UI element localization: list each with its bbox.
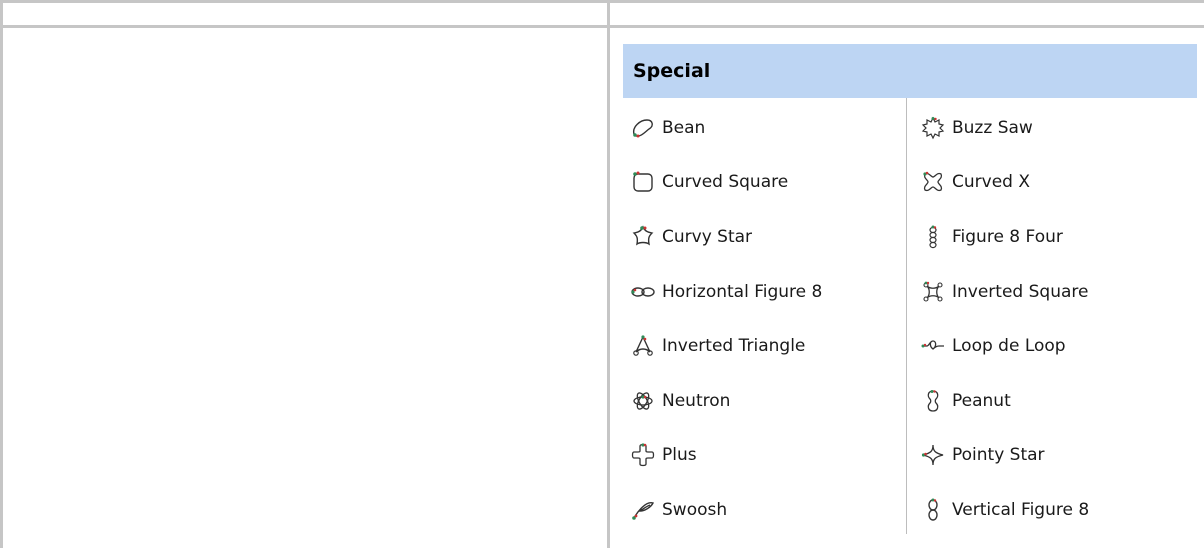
shape-item-vertical-figure-8[interactable]: Vertical Figure 8	[920, 490, 1089, 530]
peanut-icon	[920, 388, 946, 414]
plus-icon	[630, 442, 656, 468]
curvy-star-icon	[630, 224, 656, 250]
shape-label: Curvy Star	[662, 227, 753, 247]
shape-item-curved-x[interactable]: Curved X	[920, 162, 1030, 202]
inverted-square-icon	[920, 279, 946, 305]
neutron-icon	[630, 388, 656, 414]
shape-item-figure-8-four[interactable]: Figure 8 Four	[920, 217, 1063, 257]
shape-item-bean[interactable]: Bean	[630, 108, 705, 148]
shape-item-buzz-saw[interactable]: Buzz Saw	[920, 108, 1033, 148]
shape-label: Swoosh	[662, 500, 728, 520]
window-frame: Special Bean Curved Square Curvy Star Ho…	[0, 0, 1204, 548]
figure-8-four-icon	[920, 224, 946, 250]
shape-label: Loop de Loop	[952, 336, 1066, 356]
shape-item-curved-square[interactable]: Curved Square	[630, 162, 788, 202]
shape-item-curvy-star[interactable]: Curvy Star	[630, 217, 752, 257]
motion-path-gallery: Special Bean Curved Square Curvy Star Ho…	[610, 28, 1204, 548]
shape-item-swoosh[interactable]: Swoosh	[630, 490, 727, 530]
curved-square-icon	[630, 169, 656, 195]
pointy-star-icon	[920, 442, 946, 468]
buzz-saw-icon	[920, 115, 946, 141]
shape-label: Buzz Saw	[952, 118, 1033, 138]
shape-item-inverted-triangle[interactable]: Inverted Triangle	[630, 326, 805, 366]
vertical-figure-8-icon	[920, 497, 946, 523]
shape-item-inverted-square[interactable]: Inverted Square	[920, 272, 1088, 312]
inverted-triangle-icon	[630, 333, 656, 359]
shape-label: Pointy Star	[952, 445, 1045, 465]
shape-label: Peanut	[952, 391, 1011, 411]
shape-label: Vertical Figure 8	[952, 500, 1090, 520]
shape-label: Inverted Triangle	[662, 336, 806, 356]
shape-item-neutron[interactable]: Neutron	[630, 381, 730, 421]
shape-item-plus[interactable]: Plus	[630, 435, 697, 475]
shape-item-loop-de-loop[interactable]: Loop de Loop	[920, 326, 1066, 366]
shape-label: Plus	[662, 445, 697, 465]
shape-label: Curved Square	[662, 172, 789, 192]
horizontal-figure-8-icon	[630, 279, 656, 305]
left-pane	[6, 28, 607, 548]
swoosh-icon	[630, 497, 656, 523]
shape-label: Inverted Square	[952, 282, 1089, 302]
top-strip	[3, 0, 1204, 28]
shape-label: Bean	[662, 118, 706, 138]
shape-item-horizontal-figure-8[interactable]: Horizontal Figure 8	[630, 272, 822, 312]
shape-label: Horizontal Figure 8	[662, 282, 823, 302]
shape-label: Neutron	[662, 391, 731, 411]
column-divider	[906, 98, 907, 534]
shape-label: Curved X	[952, 172, 1030, 192]
shape-label: Figure 8 Four	[952, 227, 1063, 247]
shape-item-pointy-star[interactable]: Pointy Star	[920, 435, 1045, 475]
curved-x-icon	[920, 169, 946, 195]
loop-de-loop-icon	[920, 333, 946, 359]
bean-icon	[630, 115, 656, 141]
shape-item-peanut[interactable]: Peanut	[920, 381, 1011, 421]
category-header: Special	[623, 44, 1197, 98]
